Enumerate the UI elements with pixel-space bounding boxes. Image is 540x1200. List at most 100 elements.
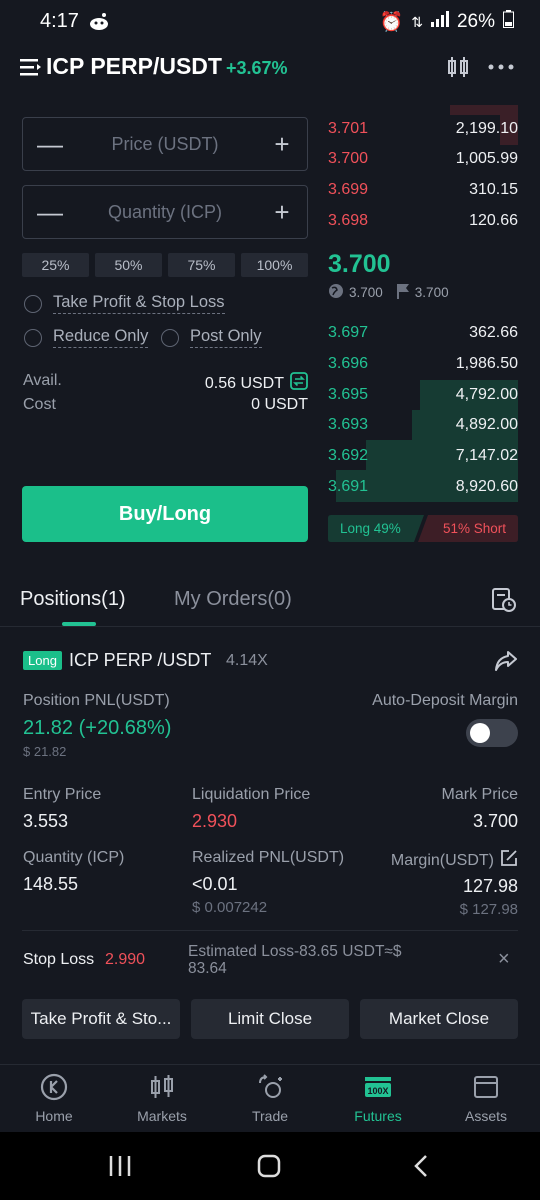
margin-label: Margin(USDT)	[390, 851, 494, 869]
tp-sl-radio[interactable]	[24, 294, 42, 313]
bid-row[interactable]: 3.695 4,792.00	[328, 380, 518, 410]
avail-row: 0.56 USDT	[205, 372, 308, 395]
bid-row[interactable]: 3.696 1,986.50	[328, 349, 518, 379]
reduce-only-radio[interactable]	[24, 328, 42, 347]
tp-sl-option[interactable]: Take Profit & Stop Loss	[24, 293, 225, 314]
percent-50-button[interactable]: 50%	[95, 253, 162, 277]
tab-positions[interactable]: Positions(1)	[20, 588, 126, 611]
back-button-icon[interactable]	[412, 1154, 430, 1183]
mark-price-label: Mark Price	[441, 786, 518, 803]
reduce-only-label: Reduce Only	[53, 327, 149, 348]
short-ratio: 51% Short	[442, 521, 506, 536]
bid-price: 3.695	[328, 386, 369, 403]
limit-close-button[interactable]: Limit Close	[191, 999, 349, 1039]
realized-pnl-usd: $ 0.007242	[192, 899, 268, 916]
index-mark-row: 3.700 3.700	[328, 283, 449, 302]
bid-price: 3.691	[328, 478, 369, 495]
cost-label: Cost	[23, 396, 56, 413]
bid-row[interactable]: 3.692 7,147.02	[328, 441, 518, 471]
price-increase-button[interactable]: +	[271, 129, 293, 160]
close-stop-loss-icon[interactable]: ×	[498, 948, 510, 971]
transfer-icon[interactable]	[290, 372, 308, 395]
margin-usd: $ 127.98	[459, 901, 518, 918]
auto-deposit-label: Auto-Deposit Margin	[372, 692, 518, 709]
nav-futures-label: Futures	[354, 1108, 402, 1124]
bid-amount: 8,920.60	[455, 478, 518, 495]
bid-row[interactable]: 3.691 8,920.60	[328, 472, 518, 502]
bid-price: 3.693	[328, 416, 369, 433]
ask-row[interactable]: 3.700 1,005.99	[328, 144, 518, 174]
futures-100x-icon: 100X	[363, 1073, 393, 1104]
nav-home[interactable]: Home	[0, 1065, 108, 1132]
quantity-placeholder: Quantity (ICP)	[107, 201, 223, 222]
percent-75-button[interactable]: 75%	[168, 253, 235, 277]
nav-home-label: Home	[35, 1108, 73, 1124]
bid-row[interactable]: 3.697 362.66	[328, 318, 518, 348]
ask-price: 3.698	[328, 212, 369, 229]
liquidation-price-value: 2.930	[192, 811, 238, 831]
nav-assets[interactable]: Assets	[432, 1065, 540, 1132]
ask-price: 3.701	[328, 120, 369, 137]
market-close-button[interactable]: Market Close	[360, 999, 518, 1039]
battery-icon	[503, 10, 514, 34]
percent-25-button[interactable]: 25%	[22, 253, 89, 277]
take-profit-stop-loss-button[interactable]: Take Profit & Sto...	[22, 999, 180, 1039]
ask-price: 3.700	[328, 150, 369, 167]
margin-header[interactable]: Margin(USDT)	[391, 849, 518, 872]
ask-amount: 120.66	[469, 212, 518, 229]
edit-margin-icon[interactable]	[500, 849, 518, 872]
position-pair: ICP PERP /USDT	[69, 650, 212, 670]
post-only-option[interactable]: Post Only	[161, 327, 262, 348]
nav-futures[interactable]: 100X Futures	[324, 1065, 432, 1132]
toggle-knob	[470, 723, 490, 743]
ask-amount: 2,199.10	[455, 120, 518, 137]
markets-candle-icon	[148, 1073, 176, 1104]
tab-my-orders[interactable]: My Orders(0)	[174, 588, 292, 611]
ask-row[interactable]: 3.701 2,199.10	[328, 114, 518, 144]
index-price: 3.700	[349, 285, 383, 300]
card-divider	[22, 930, 518, 931]
recent-apps-icon[interactable]	[108, 1154, 132, 1183]
realized-pnl-value: <0.01	[192, 874, 238, 894]
price-decrease-button[interactable]: —	[37, 129, 63, 160]
nav-trade[interactable]: Trade	[216, 1065, 324, 1132]
order-history-icon[interactable]	[491, 587, 517, 618]
entry-price-value: 3.553	[23, 811, 69, 831]
alarm-icon: ⏰	[379, 12, 404, 33]
avail-value: 0.56 USDT	[204, 374, 284, 392]
quantity-increase-button[interactable]: +	[271, 197, 293, 228]
pair-title[interactable]: ICP PERP/USDT	[46, 53, 222, 80]
price-placeholder: Price (USDT)	[111, 133, 219, 154]
menu-icon[interactable]	[20, 57, 42, 77]
data-icon: ⇅	[411, 13, 423, 30]
auto-deposit-toggle[interactable]	[466, 719, 518, 747]
margin-value: 127.98	[462, 876, 518, 896]
buy-long-button[interactable]: Buy/Long	[22, 486, 308, 542]
reduce-only-option[interactable]: Reduce Only	[24, 327, 149, 348]
globe-icon	[328, 283, 344, 302]
nav-assets-label: Assets	[464, 1108, 507, 1124]
quantity-value: 148.55	[23, 874, 79, 894]
signal-icon	[430, 11, 449, 33]
more-options-icon[interactable]	[487, 55, 515, 85]
price-input[interactable]: — Price (USDT) +	[22, 117, 308, 171]
candlestick-chart-icon[interactable]	[446, 55, 470, 84]
mark-price-value: 3.700	[472, 811, 518, 831]
quantity-input[interactable]: — Quantity (ICP) +	[22, 185, 308, 239]
last-price[interactable]: 3.700	[328, 250, 391, 279]
quantity-label: Quantity (ICP)	[23, 849, 125, 866]
reddit-notification-icon	[88, 12, 110, 37]
home-button-icon[interactable]	[257, 1154, 281, 1183]
ask-row[interactable]: 3.699 310.15	[328, 175, 518, 205]
quantity-decrease-button[interactable]: —	[37, 197, 63, 228]
nav-markets[interactable]: Markets	[108, 1065, 216, 1132]
post-only-radio[interactable]	[161, 328, 179, 347]
nav-trade-label: Trade	[251, 1108, 289, 1124]
ask-row[interactable]: 3.698 120.66	[328, 206, 518, 236]
trade-swap-icon	[256, 1073, 284, 1104]
share-icon[interactable]	[494, 650, 518, 677]
bid-price: 3.696	[328, 355, 369, 372]
bid-row[interactable]: 3.693 4,892.00	[328, 410, 518, 440]
percent-100-button[interactable]: 100%	[241, 253, 308, 277]
price-change-percent: +3.67%	[226, 58, 288, 78]
